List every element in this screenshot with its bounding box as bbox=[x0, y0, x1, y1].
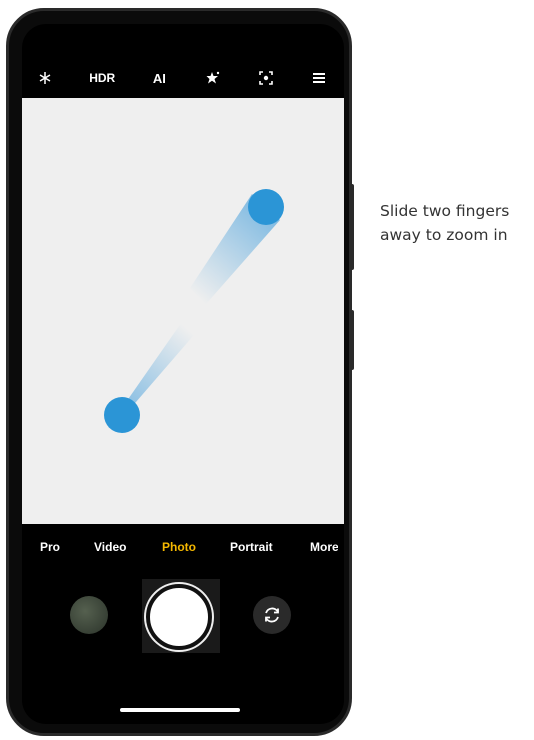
power-button bbox=[350, 310, 354, 370]
instruction-line-1: Slide two fingers bbox=[380, 202, 510, 220]
home-indicator[interactable] bbox=[120, 708, 240, 712]
finger-touch-upper bbox=[248, 189, 284, 225]
mode-portrait[interactable]: Portrait bbox=[230, 540, 273, 554]
mode-more[interactable]: More bbox=[310, 540, 338, 554]
mode-video[interactable]: Video bbox=[94, 540, 126, 554]
camera-mode-selector: Pro Video Photo Portrait More bbox=[22, 536, 344, 560]
camera-top-toolbar: HDR AI bbox=[22, 60, 344, 96]
mode-photo[interactable]: Photo bbox=[162, 540, 196, 554]
mode-pro[interactable]: Pro bbox=[40, 540, 60, 554]
volume-button bbox=[350, 184, 354, 270]
flash-off-icon[interactable] bbox=[36, 71, 54, 85]
tutorial-figure: HDR AI Pro Video Photo Portrait More Sli… bbox=[0, 0, 534, 740]
hdr-button[interactable]: HDR bbox=[89, 71, 115, 85]
ai-button[interactable]: AI bbox=[150, 71, 168, 86]
lens-focus-icon[interactable] bbox=[257, 71, 275, 85]
menu-icon[interactable] bbox=[310, 73, 328, 83]
gallery-thumbnail[interactable] bbox=[70, 596, 108, 634]
viewfinder[interactable] bbox=[22, 98, 344, 524]
beauty-effects-icon[interactable] bbox=[204, 71, 222, 85]
finger-touch-lower bbox=[104, 397, 140, 433]
switch-camera-icon[interactable] bbox=[253, 596, 291, 634]
shutter-button[interactable] bbox=[146, 584, 212, 650]
gesture-instruction: Slide two fingers away to zoom in bbox=[380, 199, 530, 247]
instruction-line-2: away to zoom in bbox=[380, 226, 508, 244]
camera-screen: HDR AI Pro Video Photo Portrait More bbox=[22, 24, 344, 724]
